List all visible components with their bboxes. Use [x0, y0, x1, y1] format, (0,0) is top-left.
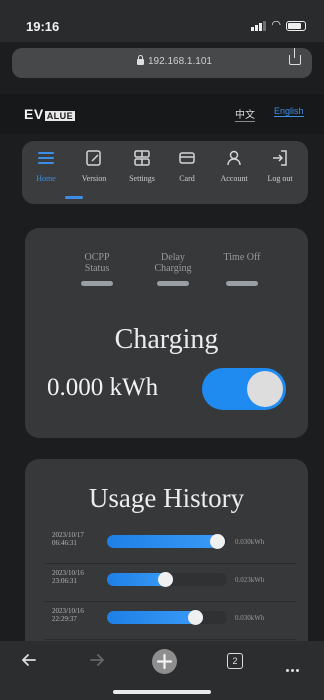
history-row: 2023/10/17 06:46:31 0.030kWh [25, 527, 308, 564]
url-text[interactable]: 192.168.1.101 [148, 56, 212, 67]
nav-active-underline [65, 196, 83, 199]
nav-item-settings[interactable]: Settings [120, 148, 164, 183]
history-bar-dot [158, 572, 173, 587]
history-value: 0.030kWh [235, 538, 265, 546]
nav-item-home[interactable]: Home [24, 148, 68, 183]
forward-icon[interactable] [88, 651, 106, 674]
user-icon [212, 148, 256, 174]
nav-item-card[interactable]: Card [165, 148, 209, 183]
delay-charging-status: Delay Charging [143, 252, 203, 286]
time-off-status: Time Off [212, 252, 272, 286]
status-icons: ◠ [251, 19, 306, 31]
toggle-knob [247, 371, 283, 407]
history-row: 2023/10/16 22:29:37 0.030kWh [25, 603, 308, 640]
nav-label-version: Version [81, 174, 107, 183]
nav-item-version[interactable]: Version [72, 148, 116, 183]
home-indicator [113, 690, 211, 694]
settings-icon [120, 148, 164, 174]
ocpp-status-label: OCPP Status [84, 252, 110, 274]
nav-panel: Home Version Settings Card Account Log o… [22, 141, 308, 204]
history-bar-fill [107, 535, 225, 548]
share-icon[interactable] [289, 48, 301, 65]
nav-label-account: Account [220, 174, 248, 183]
nav-item-logout[interactable]: Log out [258, 148, 302, 183]
nav-label-settings: Settings [129, 174, 155, 183]
nav-label-logout: Log out [267, 174, 293, 183]
history-bar-dot [188, 610, 203, 625]
ocpp-status: OCPP Status [67, 252, 127, 286]
site-header: EV ALUE 中文 English [0, 94, 324, 134]
clock: 19:16 [26, 19, 60, 34]
logo-main: EV [24, 106, 44, 122]
row-divider [45, 601, 296, 602]
nav-label-card: Card [179, 174, 195, 183]
usage-history-title: Usage History [88, 483, 245, 513]
lock-icon [137, 55, 144, 65]
charging-toggle[interactable] [202, 368, 286, 410]
history-date: 2023/10/16 23:06:31 [52, 569, 84, 585]
ocpp-status-indicator [81, 281, 113, 286]
row-divider [45, 639, 296, 640]
back-icon[interactable] [20, 651, 38, 674]
language-chinese-link[interactable]: 中文 [235, 106, 255, 122]
wifi-icon: ◠ [271, 19, 281, 31]
delay-charging-indicator [157, 281, 189, 286]
charging-label: Charging [114, 324, 219, 355]
time-off-label: Time Off [223, 252, 261, 263]
nav-item-account[interactable]: Account [212, 148, 256, 183]
history-date: 2023/10/16 22:29:37 [52, 607, 84, 623]
battery-icon [286, 21, 306, 31]
history-value: 0.030kWh [235, 614, 265, 622]
delay-charging-label: Delay Charging [154, 252, 192, 274]
history-bar-dot [210, 534, 225, 549]
history-row: 2023/10/16 23:06:31 0.023kWh [25, 565, 308, 602]
history-date: 2023/10/17 06:46:31 [52, 531, 84, 547]
usage-history-card: Usage History 2023/10/17 06:46:31 0.030kW… [25, 459, 308, 659]
signal-icon [251, 21, 267, 31]
history-bar [107, 572, 227, 587]
address-bar[interactable]: 192.168.1.101 [12, 48, 312, 78]
more-icon[interactable] [286, 659, 301, 677]
language-english-link[interactable]: English [274, 106, 304, 117]
card-icon [165, 148, 209, 174]
edit-icon [72, 148, 116, 174]
tabs-icon[interactable]: 2 [227, 653, 243, 669]
energy-value: 0.000 kWh [47, 374, 159, 401]
status-card: OCPP Status Delay Charging Time Off Chargi… [25, 228, 308, 438]
history-value: 0.023kWh [235, 576, 265, 584]
logo[interactable]: EV ALUE [24, 106, 76, 122]
row-divider [45, 563, 296, 564]
nav-label-home: Home [36, 174, 56, 183]
logo-tail: ALUE [44, 111, 76, 121]
menu-icon [24, 148, 68, 174]
new-tab-icon[interactable] [152, 649, 177, 674]
status-bar: 19:16 ◠ [0, 0, 324, 42]
history-bar [107, 610, 227, 625]
logout-icon [258, 148, 302, 174]
time-off-indicator [226, 281, 258, 286]
history-bar [107, 534, 227, 549]
